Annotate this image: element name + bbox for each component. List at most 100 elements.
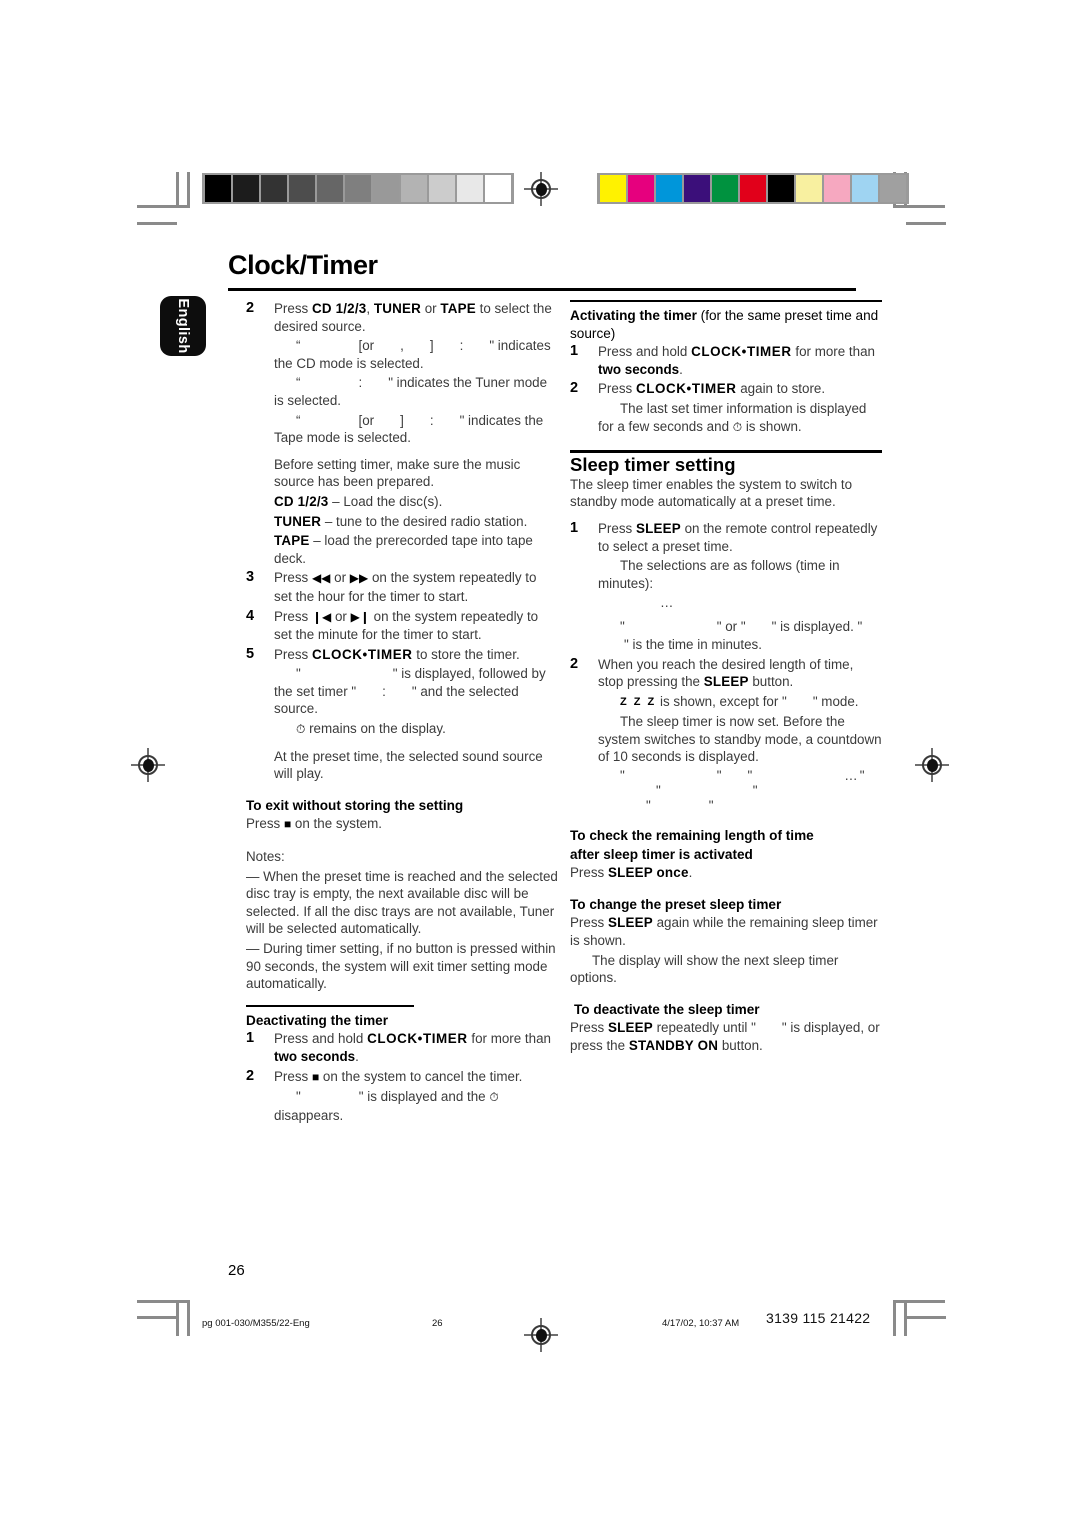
deactivate-step-2-text: Press ■ on the system to cancel the time… [274,1068,558,1087]
change-preset-text: Press SLEEP again while the remaining sl… [570,914,882,949]
crop-mark-top-left-bar [176,172,179,208]
source-tuner-text: – tune to the desired radio station. [321,513,528,529]
key-clock-timer: CLOCK•TIMER [311,646,413,662]
seq-q1: " [620,768,625,784]
exit-without-storing-text: Press ■ on the system. [246,815,558,834]
step-3-mid: or [330,570,350,586]
sl2-sub: The sleep timer is now set. Before the s… [598,714,882,765]
grayscale-swatch-3 [289,175,315,202]
source-tuner-line: TUNER – tune to the desired radio statio… [274,513,558,531]
d1-post: . [355,1048,359,1064]
activate-step-2: 2 Press CLOCK•TIMER again to store. The … [570,380,882,436]
key-clock-timer-act1: CLOCK•TIMER [691,344,792,360]
key-sleep-deact: SLEEP [607,1020,653,1036]
d2-post: on the system to cancel the timer. [319,1068,523,1084]
color-swatch-9 [852,175,878,202]
previous-track-icon: ❙◀ [311,609,332,624]
seq-q5: " [656,783,661,799]
page-title: Clock/Timer [228,250,378,280]
key-clock-timer-act2: CLOCK•TIMER [635,381,737,397]
crop-mark-top-right-h [893,205,945,208]
grayscale-calibration-bar [202,173,514,204]
a1-post: . [679,361,683,377]
seq-q2: " [716,768,722,784]
grayscale-swatch-9 [457,175,483,202]
page-number: 26 [228,1262,245,1279]
color-swatch-7 [796,175,822,202]
step-5: 5 Press CLOCK•TIMER to store the timer. … [246,646,558,783]
sep-2: or [420,301,441,316]
step-4-pre: Press [274,608,312,624]
sl2-post: button. [748,674,794,690]
registration-mark-left [131,748,165,782]
sleep-step-1-number: 1 [570,519,579,536]
color-swatch-8 [824,175,850,202]
sleep-timer-intro: The sleep timer enables the system to sw… [570,476,853,510]
seq-q8: " [708,798,714,814]
sleep-timer-heading: Sleep timer setting [570,454,736,476]
grayscale-swatch-10 [485,175,511,202]
color-swatch-10 [880,175,906,202]
step-2-pre: Press [274,301,312,316]
a1-pre: Press and hold [598,344,692,360]
activate-step-2-text: Press CLOCK•TIMER again to store. [598,380,882,398]
cd-bracket-open: [or [358,338,375,354]
step-2: 2 Press CD 1/2/3, TUNER or TAPE to selec… [246,300,558,567]
step-3: 3 Press ◀◀ or ▶▶ on the system repeatedl… [246,569,558,605]
deactivate-sleep-text: Press SLEEP repeatedly until " " is displ… [570,1019,882,1054]
color-swatch-3 [684,175,710,202]
clock-icon: ⏱ [296,722,306,737]
key-tape: TAPE [440,301,476,316]
language-tab: English [160,296,206,356]
step-5-number: 5 [246,645,255,662]
fast-forward-icon: ▶▶ [349,571,369,586]
cd-note-post: " indicates the CD mode is selected. [274,338,551,371]
grayscale-swatch-1 [233,175,259,202]
ds-pre: Press [570,1020,608,1036]
source-tuner-key: TUNER [274,513,322,529]
key-sleep-2: SLEEP [703,674,749,690]
grayscale-swatch-0 [205,175,231,202]
check-post: . [688,865,693,881]
sl1-pre: Press [598,520,636,536]
d2-pre: Press [274,1068,312,1084]
seq-q7: " [646,798,651,814]
deactivating-timer-heading: Deactivating the timer [246,1012,389,1028]
language-tab-label: English [175,298,191,354]
step-4-mid: or [331,608,351,624]
s5-quote-open: " [296,666,301,682]
grayscale-swatch-8 [429,175,455,202]
cd-comma: , [400,338,404,354]
ds-end: button. [718,1038,763,1053]
tape-note-post: " indicates the Tape mode is selected. [274,412,544,446]
tape-quote-open: “ [296,412,301,428]
activating-divider [570,300,882,302]
activate-step-2-number: 2 [570,380,579,397]
color-swatch-6 [768,175,794,202]
exit-without-storing-heading: To exit without storing the setting [246,797,464,813]
sleep-step-2-number: 2 [570,655,579,672]
sleep-step-1-text: Press SLEEP on the remote control repeat… [598,520,882,555]
sl1-sub: The selections are as follows (time in m… [598,558,840,591]
a1-bold: two seconds [598,361,680,377]
footer-page: 26 [432,1318,443,1329]
sleep-step-1: 1 Press SLEEP on the remote control repe… [570,520,882,654]
tape-bracket-close: ] [400,412,404,428]
step-3-pre: Press [274,570,312,586]
ds-mid: repeatedly until " [652,1020,756,1036]
key-sleep: SLEEP [635,520,681,536]
grayscale-swatch-5 [345,175,371,202]
cd-quote-open: “ [296,338,301,354]
color-swatch-5 [740,175,766,202]
sleep-step-1-display: " " or " " is displayed. " " is the time in… [598,618,882,653]
tuner-colon: : [358,375,363,391]
left-column: 2 Press CD 1/2/3, TUNER or TAPE to selec… [246,300,558,1126]
footer-document-code: 3139 115 21422 [766,1310,871,1326]
sleep-countdown-sequence: " " " …"" " " " [598,768,882,813]
crop-mark-bottom-right-bar [904,1300,907,1336]
sleep-step-2-text: When you reach the desired length of tim… [598,656,882,691]
sleep-options-ellipsis: … [660,595,676,611]
sleep-step-1-sub: The selections are as follows (time in m… [598,557,882,592]
crop-mark-bottom-right-v [893,1300,896,1336]
source-cd-key: CD 1/2/3 [274,493,329,509]
